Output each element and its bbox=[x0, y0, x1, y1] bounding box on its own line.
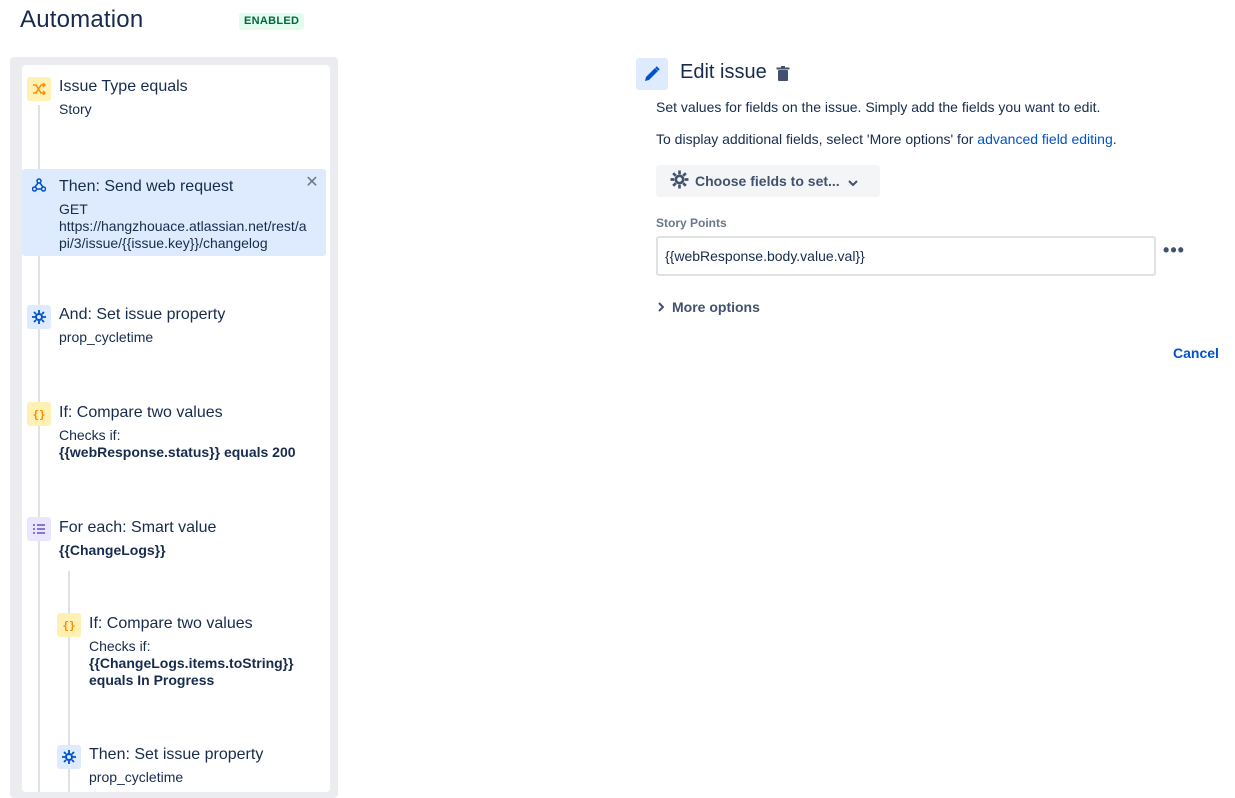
advanced-suffix: . bbox=[1112, 131, 1117, 147]
story-points-input[interactable] bbox=[656, 236, 1156, 276]
component-nested-set-issue-property[interactable]: Then: Set issue property prop_cycletime bbox=[22, 742, 326, 792]
advanced-field-editing-link[interactable]: advanced field editing bbox=[977, 131, 1112, 147]
component-condition-line1: {{ChangeLogs.items.toString}} bbox=[89, 655, 294, 671]
component-title: If: Compare two values bbox=[59, 404, 223, 421]
component-condition: {{webResponse.status}} equals 200 bbox=[59, 444, 296, 460]
chevron-right-icon bbox=[658, 299, 665, 315]
braces-icon: {} bbox=[27, 402, 51, 426]
component-set-issue-property[interactable]: And: Set issue property prop_cycletime bbox=[22, 302, 326, 352]
component-title: Then: Set issue property bbox=[89, 746, 264, 763]
component-compare-values[interactable]: {} If: Compare two values Checks if: {{w… bbox=[22, 400, 326, 465]
component-subtitle: prop_cycletime bbox=[89, 769, 184, 785]
page-title: Automation bbox=[20, 6, 144, 33]
choose-fields-button[interactable]: Choose fields to set... bbox=[656, 165, 880, 197]
edit-description: Set values for fields on the issue. Simp… bbox=[656, 99, 1101, 115]
story-points-label: Story Points bbox=[656, 216, 727, 230]
component-subtitle: Checks if: bbox=[59, 427, 121, 443]
braces-icon: {} bbox=[57, 613, 81, 637]
more-actions-icon[interactable]: ••• bbox=[1163, 241, 1185, 261]
component-subtitle: prop_cycletime bbox=[59, 329, 154, 345]
component-subtitle-url-line2: pi/3/issue/{{issue.key}}/changelog bbox=[59, 235, 268, 251]
advanced-prefix: To display additional fields, select 'Mo… bbox=[656, 131, 978, 147]
cancel-button[interactable]: Cancel bbox=[1173, 345, 1219, 361]
branch-icon bbox=[27, 77, 51, 101]
component-send-web-request[interactable]: Then: Send web request GET https://hangz… bbox=[22, 169, 326, 256]
edit-description-advanced: To display additional fields, select 'Mo… bbox=[656, 131, 1117, 147]
more-options-toggle[interactable]: More options bbox=[658, 299, 760, 315]
gear-icon bbox=[57, 745, 81, 769]
component-title: If: Compare two values bbox=[89, 615, 253, 632]
component-subtitle-method: GET bbox=[59, 201, 88, 217]
component-for-each[interactable]: For each: Smart value {{ChangeLogs}} bbox=[22, 515, 326, 565]
list-icon bbox=[27, 517, 51, 541]
component-title: And: Set issue property bbox=[59, 306, 226, 323]
pencil-icon bbox=[636, 58, 668, 90]
rule-panel: Issue Type equals Story Then: Send web r… bbox=[10, 57, 338, 798]
component-title: For each: Smart value bbox=[59, 519, 217, 536]
gear-icon bbox=[27, 305, 51, 329]
trash-icon[interactable] bbox=[776, 66, 790, 82]
edit-issue-title: Edit issue bbox=[680, 61, 767, 83]
component-nested-compare-values[interactable]: {} If: Compare two values Checks if: {{C… bbox=[22, 611, 326, 696]
component-issue-type-condition[interactable]: Issue Type equals Story bbox=[22, 75, 326, 135]
choose-fields-label: Choose fields to set... bbox=[695, 173, 840, 189]
component-subtitle-url-line1: https://hangzhouace.atlassian.net/rest/a bbox=[59, 218, 307, 234]
component-subtitle: Checks if: bbox=[89, 638, 151, 654]
component-title: Then: Send web request bbox=[59, 178, 234, 195]
more-options-label: More options bbox=[672, 299, 760, 315]
rule-components-list: Issue Type equals Story Then: Send web r… bbox=[22, 65, 330, 792]
status-badge: ENABLED bbox=[239, 13, 305, 30]
component-condition-line2: equals In Progress bbox=[89, 672, 215, 688]
webhook-icon bbox=[27, 173, 51, 197]
component-title: Issue Type equals bbox=[59, 78, 188, 95]
chevron-down-icon bbox=[847, 173, 858, 189]
gear-icon bbox=[670, 170, 689, 192]
component-subtitle: Story bbox=[59, 101, 92, 117]
component-subtitle: {{ChangeLogs}} bbox=[59, 542, 166, 558]
close-icon[interactable]: ✕ bbox=[304, 175, 320, 191]
